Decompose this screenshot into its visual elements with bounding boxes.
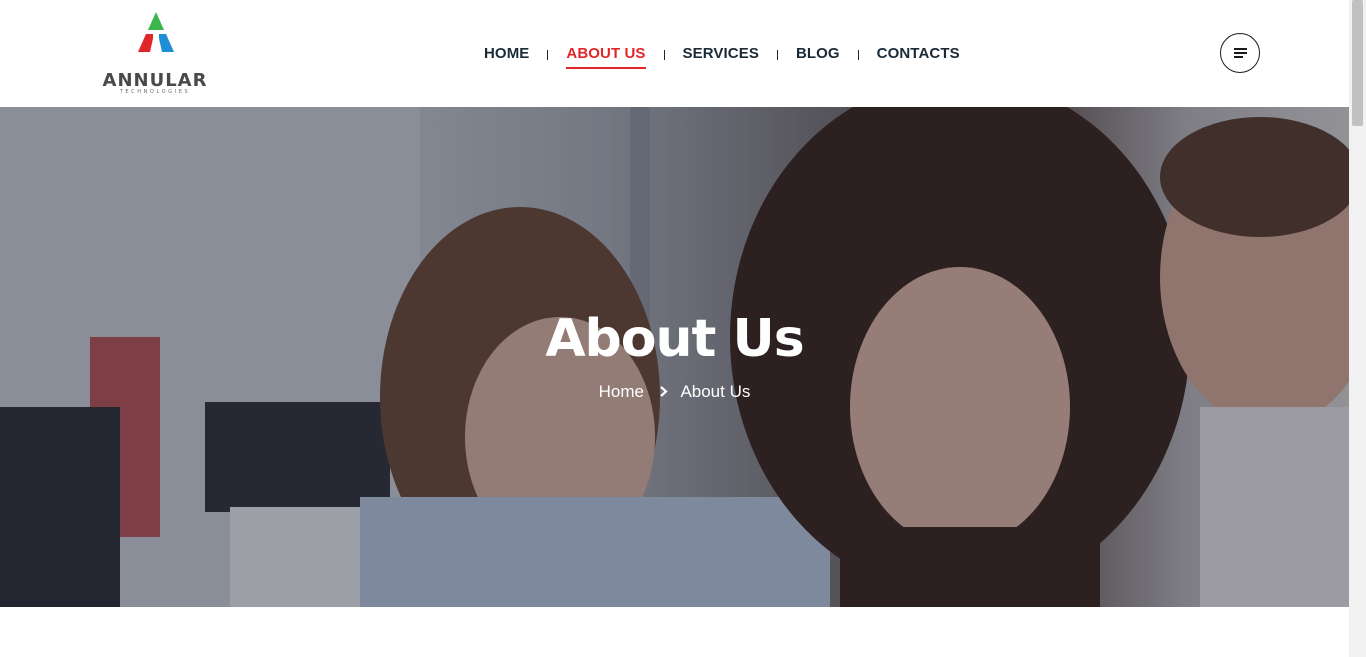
hero-banner: About Us Home About Us [0,107,1349,607]
nav-services[interactable]: SERVICES [683,36,759,72]
breadcrumb: Home About Us [0,381,1349,402]
nav-contacts[interactable]: CONTACTS [877,36,960,72]
logo-wordmark: ANNULAR [102,70,208,91]
nav-home[interactable]: HOME [484,36,529,72]
menu-button[interactable] [1220,33,1260,73]
nav-divider [776,50,778,60]
nav-blog[interactable]: BLOG [796,36,840,72]
nav-divider [547,50,549,60]
breadcrumb-home-link[interactable]: Home [599,382,644,402]
breadcrumb-current: About Us [680,381,751,401]
logo-tagline: TECHNOLOGIES [119,89,191,95]
nav-divider [857,50,859,60]
page-title: About Us [545,309,804,369]
logo[interactable]: ANNULAR TECHNOLOGIES [88,10,222,98]
main-nav: HOME ABOUT US SERVICES BLOG CONTACTS [484,36,960,76]
scrollbar-thumb[interactable] [1352,0,1363,126]
chevron-right-icon [659,382,668,402]
nav-about-us[interactable]: ABOUT US [566,36,646,72]
nav-divider [663,50,665,60]
logo-mark-icon [138,12,174,52]
page-scrollbar[interactable] [1349,0,1366,657]
site-header: ANNULAR TECHNOLOGIES HOME ABOUT US SERVI… [0,0,1349,107]
